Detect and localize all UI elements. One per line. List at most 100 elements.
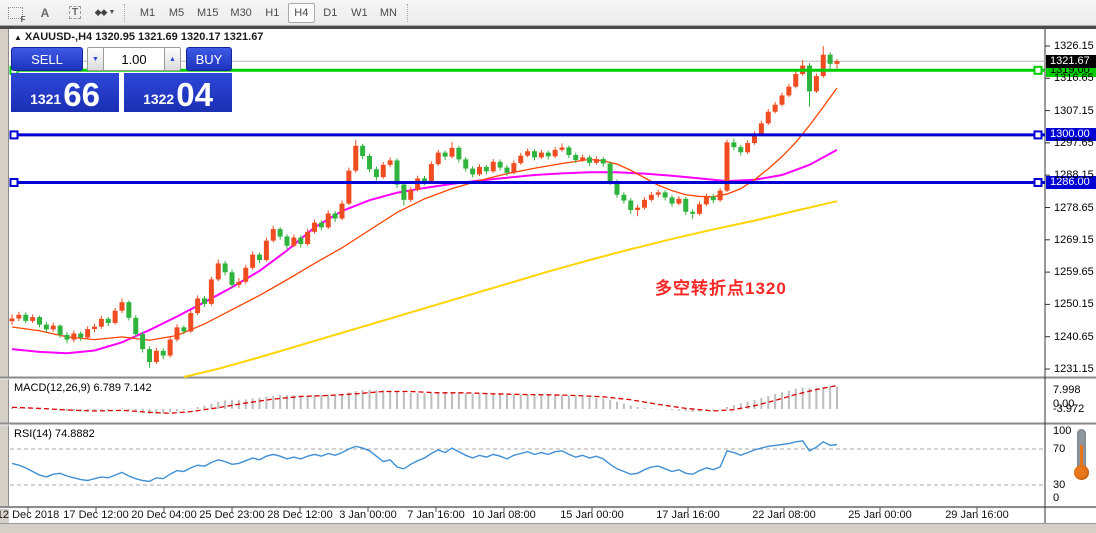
candle-body <box>573 154 579 161</box>
chart-text-annotation[interactable]: 多空转折点1320 <box>655 274 787 299</box>
buy-price-display[interactable]: 1322 04 <box>124 73 232 112</box>
volume-increase-button[interactable]: ▲ <box>164 47 181 71</box>
candle-body <box>559 147 565 150</box>
candle-body <box>195 298 201 314</box>
candle-body <box>37 317 42 325</box>
candle-body <box>511 163 517 173</box>
candle-body <box>635 207 641 211</box>
sell-button[interactable]: SELL <box>11 47 83 71</box>
line-drag-handle[interactable] <box>1033 178 1043 188</box>
candle-body <box>380 164 386 178</box>
candle-body <box>593 159 599 163</box>
candle-body <box>346 170 352 204</box>
candle-body <box>57 325 63 335</box>
candle-body <box>463 159 469 169</box>
candle-body <box>43 324 49 330</box>
candle-body <box>92 326 97 330</box>
candle-body <box>401 184 407 200</box>
candle-body <box>676 198 682 204</box>
candle-body <box>16 314 22 319</box>
candle-body <box>470 168 476 175</box>
candle-body <box>30 317 36 321</box>
candle-body <box>147 349 152 363</box>
candle-body <box>167 339 173 356</box>
price-axis-tick-label: 1278.65 <box>1054 201 1094 214</box>
candle-body <box>298 237 304 245</box>
line-drag-handle[interactable] <box>9 178 19 188</box>
macd-axis-label: 7.998 <box>1053 384 1081 396</box>
candle-body <box>456 147 462 160</box>
line-drag-handle[interactable] <box>1033 130 1043 140</box>
candle-body <box>697 204 702 214</box>
candle-body <box>277 229 283 237</box>
volume-decrease-button[interactable]: ▼ <box>87 47 104 71</box>
candle-body <box>648 194 654 200</box>
candle-body <box>710 196 716 201</box>
candle-body <box>669 197 675 204</box>
trading-app-window: A T ◆◆ ▼ M1M5M15M30H1H4D1W1MN ▲XAUUSD-,H… <box>0 0 1096 533</box>
candle-body <box>208 279 214 304</box>
candle-body <box>318 222 324 228</box>
symbol-triangle-icon: ▲ <box>14 33 22 42</box>
rsi-line <box>11 440 838 483</box>
candle-body <box>332 213 338 219</box>
candle-body <box>126 302 132 318</box>
volume-input[interactable]: 1.00 <box>104 47 164 71</box>
candle-body <box>428 164 434 183</box>
candle-body <box>284 236 290 246</box>
candle-body <box>360 145 366 156</box>
candle-body <box>408 189 414 200</box>
buy-button[interactable]: BUY <box>186 47 232 71</box>
candle-body <box>662 192 668 198</box>
candle-body <box>263 240 269 261</box>
candle-body <box>229 272 235 285</box>
line-drag-handle[interactable] <box>9 130 19 140</box>
price-axis-tick-label: 1269.15 <box>1054 233 1094 246</box>
candle-body <box>587 157 592 163</box>
candle-body <box>745 143 751 153</box>
candle-body <box>600 159 606 164</box>
candle-body <box>490 161 496 172</box>
candle-body <box>387 160 393 165</box>
candle-body <box>119 302 125 311</box>
candle-body <box>793 74 799 87</box>
candle-body <box>738 147 744 153</box>
candle-body <box>367 155 372 170</box>
candle-body <box>683 198 689 212</box>
price-axis-tick-label: 1326.15 <box>1054 40 1094 52</box>
candle-body <box>552 149 558 157</box>
candle-body <box>78 333 84 338</box>
candle-body <box>50 325 56 330</box>
candle-body <box>71 333 77 340</box>
candle-body <box>160 350 166 356</box>
candle-body <box>538 152 544 158</box>
rsi-axis-label: 100 <box>1053 425 1072 437</box>
price-axis-tick-label: 1316.65 <box>1054 72 1094 85</box>
candle-body <box>373 169 379 178</box>
candle-body <box>64 334 70 340</box>
time-axis-label: 25 Jan 00:00 <box>848 509 912 521</box>
candle-body <box>580 157 586 161</box>
current-price-badge: 1321.67 <box>1046 54 1096 68</box>
price-axis-tick-label: 1250.15 <box>1054 298 1094 311</box>
candle-body <box>174 327 180 340</box>
candle-body <box>435 152 441 165</box>
candle-body <box>628 200 634 211</box>
rsi-axis-label: 0 <box>1053 492 1060 504</box>
candle-body <box>291 237 297 246</box>
candle-body <box>545 152 551 157</box>
chart-title: ▲ XAUUSD-,H4 1320.95 1321.69 1320.17 1321… <box>14 31 264 43</box>
sell-price-display[interactable]: 1321 66 <box>11 73 119 112</box>
time-axis-label: 17 Dec 12:00 <box>63 509 129 521</box>
time-axis-label: 15 Jan 00:00 <box>560 509 624 521</box>
candle-body <box>353 145 359 171</box>
time-axis-label: 10 Jan 08:00 <box>472 509 536 521</box>
candle-body <box>566 147 572 155</box>
time-axis-label: 22 Jan 08:00 <box>752 509 816 521</box>
time-axis-label: 25 Dec 23:00 <box>199 509 265 521</box>
price-axis-tick-label: 1240.65 <box>1054 330 1094 343</box>
time-axis-label: 20 Dec 04:00 <box>131 509 197 521</box>
line-drag-handle[interactable] <box>1033 65 1043 75</box>
time-axis-label: 28 Dec 12:00 <box>267 509 333 521</box>
candle-body <box>758 123 764 135</box>
